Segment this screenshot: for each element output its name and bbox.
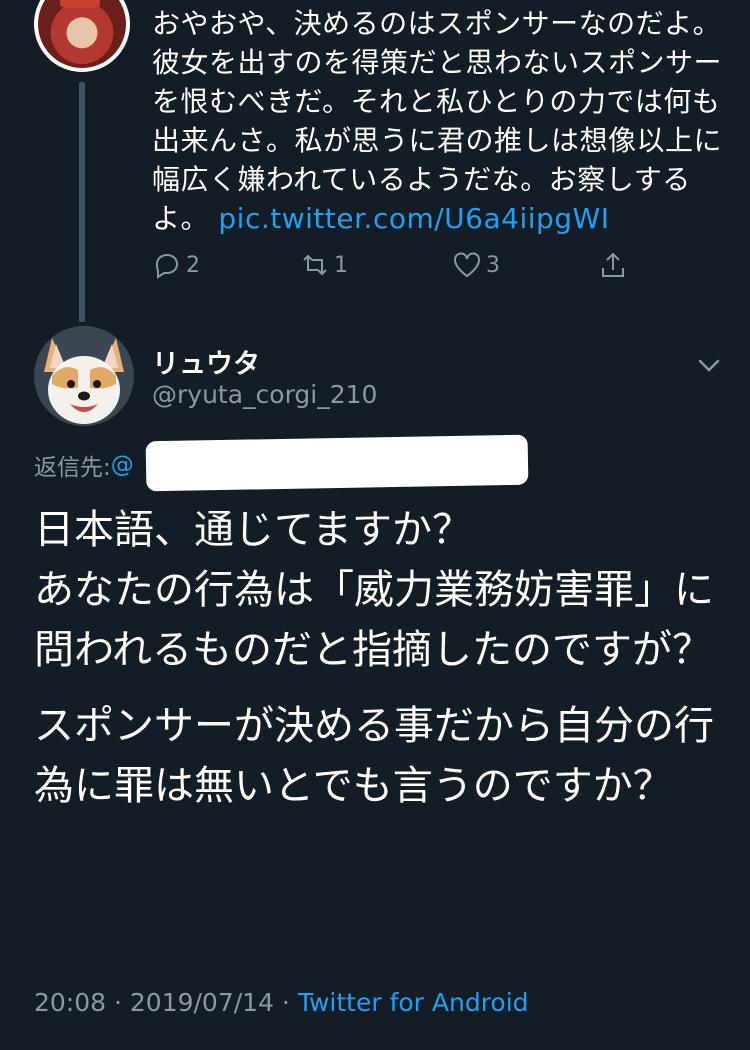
previous-tweet-actions: 2 1 3 [152,250,652,286]
like-button[interactable]: 3 [452,250,500,280]
tweet-paragraph: 日本語、通じてますか？ あなたの行為は「威力業務妨害罪」に問われるものだと指摘し… [34,507,714,673]
reply-icon [155,253,179,279]
share-button[interactable] [598,250,628,280]
like-count: 3 [486,252,500,278]
redaction-mark [145,434,529,492]
previous-tweet-line: 幅広く嫌われているようだな。お察しする [152,163,691,196]
previous-tweet-line: よ。 [152,202,219,235]
previous-tweet-avatar[interactable] [34,0,130,72]
previous-tweet-text: おやおや、決めるのはスポンサーなのだよ。 彼女を出すのを得策だと思わないスポンサ… [152,4,732,238]
display-name[interactable]: リュウタ [152,342,260,381]
previous-tweet-line: 彼女を出すのを得策だと思わないスポンサー [152,46,723,79]
corgi-avatar-image [34,326,134,426]
previous-tweet-line: 出来んさ。私が思うに君の推しは想像以上に [152,124,723,157]
retweet-button[interactable]: 1 [300,250,348,280]
tweet-paragraph: スポンサーが決める事だから自分の行為に罪は無いとでも言うのですか？ [34,703,714,809]
thread-connector-line [79,82,85,322]
previous-tweet-media-link[interactable]: pic.twitter.com/U6a4iipgWI [218,202,609,235]
previous-tweet-line: おやおや、決めるのはスポンサーなのだよ。 [152,7,722,40]
tweet-source-link[interactable]: Twitter for Android [298,988,529,1017]
previous-tweet-line: を恨むべきだ。それと私ひとりの力では何も [152,85,721,118]
chevron-down-icon[interactable] [694,350,724,380]
tweet-meta: 20:08 · 2019/07/14 · Twitter for Android [34,988,529,1017]
retweet-count: 1 [334,252,348,278]
reply-to-label: 返信先: [34,455,111,481]
like-icon [454,252,480,278]
reply-to-mention[interactable]: @ [111,452,134,478]
reply-button[interactable]: 2 [152,250,200,280]
reply-to-line: 返信先: @ [34,448,134,482]
tweet-timestamp: 20:08 · 2019/07/14 · [34,988,298,1017]
tweet-body: 日本語、通じてますか？ あなたの行為は「威力業務妨害罪」に問われるものだと指摘し… [34,500,724,832]
retweet-icon [303,254,327,276]
share-icon [602,252,624,277]
reply-count: 2 [186,252,200,278]
user-handle[interactable]: @ryuta_corgi_210 [152,380,377,409]
user-avatar[interactable] [34,326,134,426]
